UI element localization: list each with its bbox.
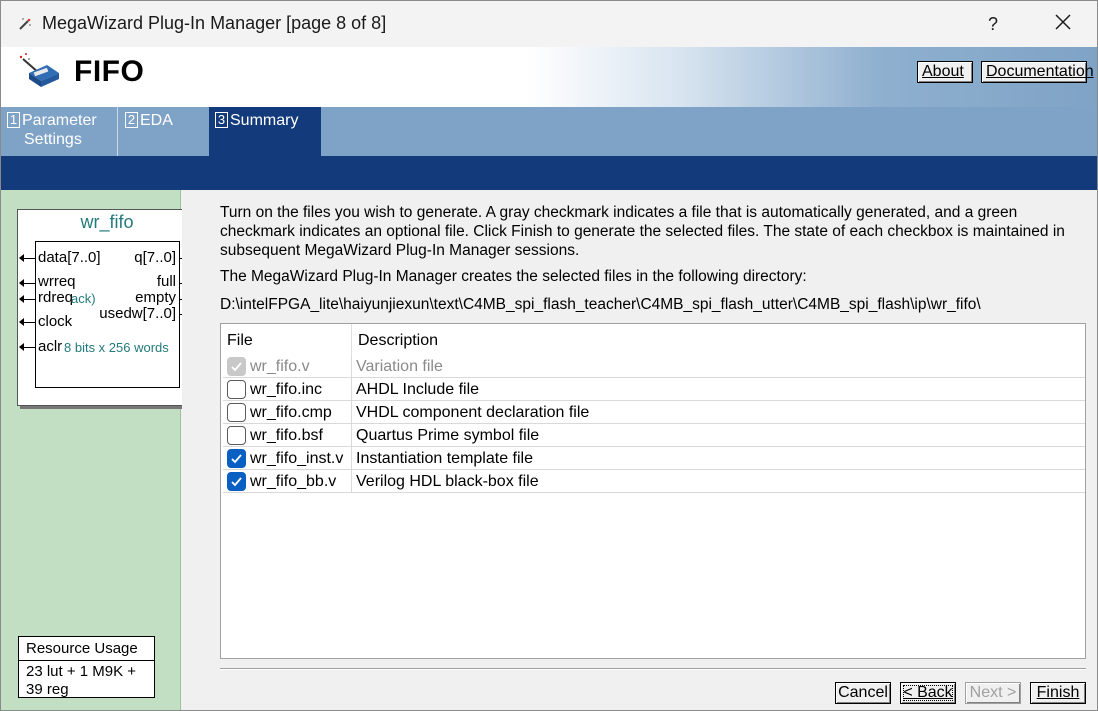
- file-table: File Description wr_fifo.v Variation fil…: [220, 323, 1086, 659]
- header-title: FIFO: [74, 55, 145, 88]
- tab-label: EDA: [140, 112, 173, 129]
- file-description: Quartus Prime symbol file: [356, 427, 540, 444]
- pin-arrow-icon: [19, 318, 24, 326]
- close-button[interactable]: [1037, 4, 1089, 44]
- checkmark-icon: [231, 454, 242, 464]
- wizard-header: FIFO About Documentation: [1, 47, 1097, 107]
- pin-usedw: usedw[7..0]: [99, 305, 176, 322]
- pin-q: q[7..0]: [134, 249, 176, 266]
- table-row: wr_fifo_inst.v Instantiation template fi…: [223, 447, 1085, 470]
- pin-arrow-icon: [19, 295, 24, 303]
- tab-parameter-settings[interactable]: 1 Parameter Settings: [1, 107, 118, 156]
- about-button[interactable]: About: [917, 61, 973, 83]
- file-checkbox[interactable]: [227, 426, 246, 445]
- tab-label: Summary: [230, 112, 299, 129]
- table-row: wr_fifo.inc AHDL Include file: [223, 378, 1085, 401]
- file-name: wr_fifo.cmp: [250, 404, 332, 421]
- documentation-button[interactable]: Documentation: [981, 61, 1094, 83]
- resource-usage-line: 39 reg: [26, 681, 69, 698]
- file-name: wr_fifo.bsf: [250, 427, 323, 444]
- pin-arrow-icon: [19, 254, 24, 262]
- file-cell: wr_fifo.cmp: [223, 401, 352, 423]
- file-description: Verilog HDL black-box file: [356, 473, 539, 490]
- file-name: wr_fifo_bb.v: [250, 473, 337, 490]
- file-cell: wr_fifo_bb.v: [223, 470, 352, 492]
- tab-summary[interactable]: 3 Summary: [209, 107, 321, 156]
- wizard-window: MegaWizard Plug-In Manager [page 8 of 8]…: [0, 0, 1098, 711]
- pin-arrow-icon: [19, 343, 24, 351]
- directory-path: D:\intelFPGA_lite\haiyunjiexun\text\C4MB…: [220, 296, 981, 313]
- symbol-name: wr_fifo: [80, 212, 134, 232]
- file-cell: wr_fifo.bsf: [223, 424, 352, 446]
- file-cell: wr_fifo_inst.v: [223, 447, 352, 469]
- pin-empty: empty: [135, 289, 176, 306]
- pin-wrreq: wrreq: [38, 273, 76, 290]
- resource-usage-value: 23 lut + 1 M9K + 39 reg: [19, 661, 154, 699]
- title-bar: MegaWizard Plug-In Manager [page 8 of 8]…: [1, 1, 1097, 47]
- tab-eda[interactable]: 2 EDA: [119, 107, 209, 156]
- file-description: AHDL Include file: [356, 381, 480, 398]
- summary-panel: Turn on the files you wish to generate. …: [182, 190, 1097, 710]
- table-row: wr_fifo.bsf Quartus Prime symbol file: [223, 424, 1085, 447]
- pin-arrow-icon: [19, 279, 24, 287]
- checkmark-icon: [231, 362, 242, 372]
- file-cell: wr_fifo.v: [223, 355, 352, 377]
- megawizard-logo-icon: [17, 51, 63, 91]
- cancel-button[interactable]: Cancel: [835, 682, 891, 704]
- table-row: wr_fifo_bb.v Verilog HDL black-box file: [223, 470, 1085, 493]
- file-checkbox[interactable]: [227, 403, 246, 422]
- tab-number: 1: [7, 112, 20, 128]
- pin-aclr: aclr: [38, 338, 63, 355]
- tab-label-line2: Settings: [24, 131, 82, 148]
- file-name: wr_fifo.v: [250, 358, 310, 375]
- directory-label: The MegaWizard Plug-In Manager creates t…: [220, 268, 807, 285]
- tab-bar: 1 Parameter Settings 2 EDA 3 Summary: [1, 107, 1097, 156]
- pin-rdreq: rdreq: [38, 289, 74, 306]
- file-checkbox[interactable]: [227, 380, 246, 399]
- file-cell: wr_fifo.inc: [223, 378, 352, 400]
- column-header-file[interactable]: File: [221, 324, 352, 355]
- file-name: wr_fifo_inst.v: [250, 450, 344, 467]
- pin-data: data[7..0]: [38, 249, 101, 266]
- file-checkbox: [227, 357, 246, 376]
- footer-divider: [220, 668, 1086, 670]
- resource-usage-box: Resource Usage 23 lut + 1 M9K + 39 reg: [18, 636, 155, 698]
- pin-clock: clock: [38, 313, 73, 330]
- tab-number: 3: [215, 112, 228, 128]
- tab-number: 2: [125, 112, 138, 128]
- file-checkbox[interactable]: [227, 449, 246, 468]
- file-description: Variation file: [356, 358, 443, 375]
- summary-instructions: Turn on the files you wish to generate. …: [220, 204, 1065, 259]
- symbol-info: 8 bits x 256 words: [64, 340, 169, 355]
- help-button[interactable]: ?: [969, 4, 1017, 44]
- resource-usage-title: Resource Usage: [19, 637, 154, 661]
- window-title: MegaWizard Plug-In Manager [page 8 of 8]: [42, 13, 387, 33]
- tab-label: Parameter: [22, 112, 97, 129]
- column-header-description[interactable]: Description: [352, 324, 1085, 355]
- file-name: wr_fifo.inc: [250, 381, 323, 398]
- next-button[interactable]: Next >: [965, 682, 1021, 704]
- pin-ack-note: ack): [71, 291, 96, 306]
- file-description: VHDL component declaration file: [356, 404, 590, 421]
- left-panel: wr_fifo data[7..0] wrreq rdreq ack) cloc…: [1, 190, 197, 710]
- resource-usage-line: 23 lut + 1 M9K +: [26, 663, 137, 680]
- file-checkbox[interactable]: [227, 472, 246, 491]
- close-icon: [1055, 14, 1071, 34]
- magic-wand-icon: [17, 16, 33, 32]
- finish-button[interactable]: Finish: [1030, 682, 1086, 704]
- tab-content-strip: [1, 156, 1097, 190]
- table-row: wr_fifo.cmp VHDL component declaration f…: [223, 401, 1085, 424]
- file-description: Instantiation template file: [356, 450, 533, 467]
- fifo-symbol: wr_fifo data[7..0] wrreq rdreq ack) cloc…: [17, 209, 197, 406]
- pin-full: full: [156, 273, 176, 290]
- table-row: wr_fifo.v Variation file: [223, 355, 1085, 378]
- back-button[interactable]: < Back: [900, 682, 956, 704]
- checkmark-icon: [231, 477, 242, 487]
